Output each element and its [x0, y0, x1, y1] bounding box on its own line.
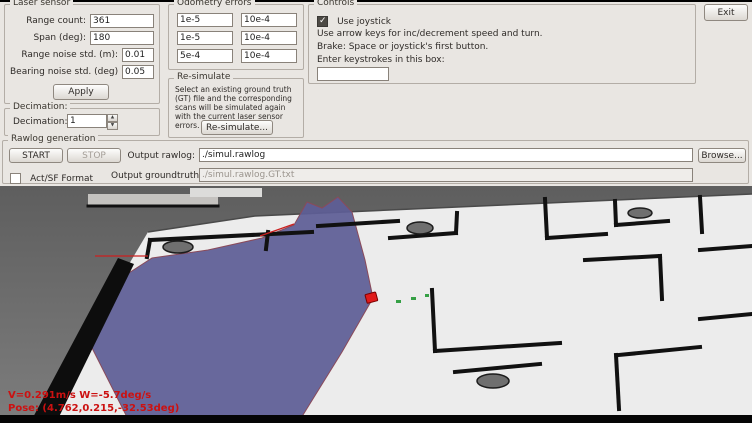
- odometry-input-r0c1[interactable]: [241, 13, 297, 27]
- odometry-input-r2c0[interactable]: [177, 49, 233, 63]
- 3d-viewport[interactable]: V=0.291m/s W=-5.7deg/s Pose: (4.762,0.21…: [0, 186, 752, 415]
- output-groundtruth-input: [199, 168, 693, 182]
- actsf-format-label: Act/SF Format: [30, 174, 93, 184]
- laser-sensor-group: Laser sensor Range count: Span (deg): Ra…: [4, 4, 160, 104]
- resimulate-group-title: Re-simulate: [174, 72, 233, 83]
- actsf-format-checkbox[interactable]: Act/SF Format: [10, 168, 93, 187]
- span-label: Span (deg):: [10, 33, 86, 43]
- rawlog-generation-group-title: Rawlog generation: [8, 134, 98, 145]
- rawlog-generation-group: Rawlog generation START STOP Output rawl…: [2, 140, 749, 184]
- exit-button[interactable]: Exit: [704, 4, 748, 21]
- velocity-status-text: V=0.291m/s W=-5.7deg/s: [8, 390, 151, 401]
- top-control-panel: Laser sensor Range count: Span (deg): Ra…: [0, 2, 752, 186]
- hint-keystrokes: Enter keystrokes in this box:: [317, 55, 445, 65]
- bearing-noise-label: Bearing noise std. (deg):: [10, 67, 118, 77]
- apply-button[interactable]: Apply: [53, 84, 109, 100]
- laser-sensor-group-title: Laser sensor: [10, 0, 73, 9]
- output-rawlog-label: Output rawlog:: [123, 151, 195, 161]
- odometry-input-r0c0[interactable]: [177, 13, 233, 27]
- distant-floor-sliver: [190, 188, 262, 197]
- start-button[interactable]: START: [9, 148, 63, 163]
- app-window: Laser sensor Range count: Span (deg): Ra…: [0, 0, 752, 423]
- controls-group-title: Controls: [314, 0, 357, 9]
- hint-arrow-keys: Use arrow keys for inc/decrement speed a…: [317, 29, 543, 39]
- decimation-label: Decimation:: [13, 117, 67, 127]
- use-joystick-label: Use joystick: [337, 17, 391, 27]
- range-count-label: Range count:: [10, 16, 86, 26]
- bearing-noise-input[interactable]: [122, 65, 154, 79]
- odometry-errors-group: Odometry errors: [168, 4, 304, 70]
- decimation-group: Decimation: Decimation: ▲ ▼: [4, 108, 160, 136]
- checkbox-unchecked-icon: [10, 173, 21, 184]
- decimation-spinner[interactable]: [67, 114, 107, 128]
- browse-button[interactable]: Browse...: [698, 148, 746, 163]
- odometry-input-r2c1[interactable]: [241, 49, 297, 63]
- stop-button[interactable]: STOP: [67, 148, 121, 163]
- output-rawlog-input[interactable]: [199, 148, 693, 162]
- use-joystick-checkbox[interactable]: Use joystick: [317, 11, 391, 30]
- spinner-down-icon[interactable]: ▼: [107, 122, 118, 130]
- output-groundtruth-label: Output groundtruth:: [111, 171, 195, 181]
- simulation-scene: V=0.291m/s W=-5.7deg/s Pose: (4.762,0.21…: [0, 186, 752, 415]
- spinner-up-icon[interactable]: ▲: [107, 114, 118, 122]
- odometry-input-r1c1[interactable]: [241, 31, 297, 45]
- range-noise-input[interactable]: [122, 48, 154, 62]
- keystroke-input[interactable]: [317, 67, 389, 81]
- bottom-black-bar: [0, 415, 752, 423]
- controls-group: Controls Use joystick Use arrow keys for…: [308, 4, 696, 84]
- hint-brake: Brake: Space or joystick's first button.: [317, 42, 488, 52]
- odometry-input-r1c0[interactable]: [177, 31, 233, 45]
- resimulate-button[interactable]: Re-simulate...: [201, 120, 273, 135]
- pose-status-text: Pose: (4.762,0.215,-32.53deg): [8, 403, 179, 414]
- checkbox-checked-icon: [317, 16, 328, 27]
- resimulate-group: Re-simulate Select an existing ground tr…: [168, 78, 304, 138]
- range-count-input[interactable]: [90, 14, 154, 28]
- span-input[interactable]: [90, 31, 154, 45]
- decimation-group-title: Decimation:: [10, 102, 70, 113]
- range-noise-label: Range noise std. (m):: [10, 50, 118, 60]
- odometry-errors-group-title: Odometry errors: [174, 0, 255, 9]
